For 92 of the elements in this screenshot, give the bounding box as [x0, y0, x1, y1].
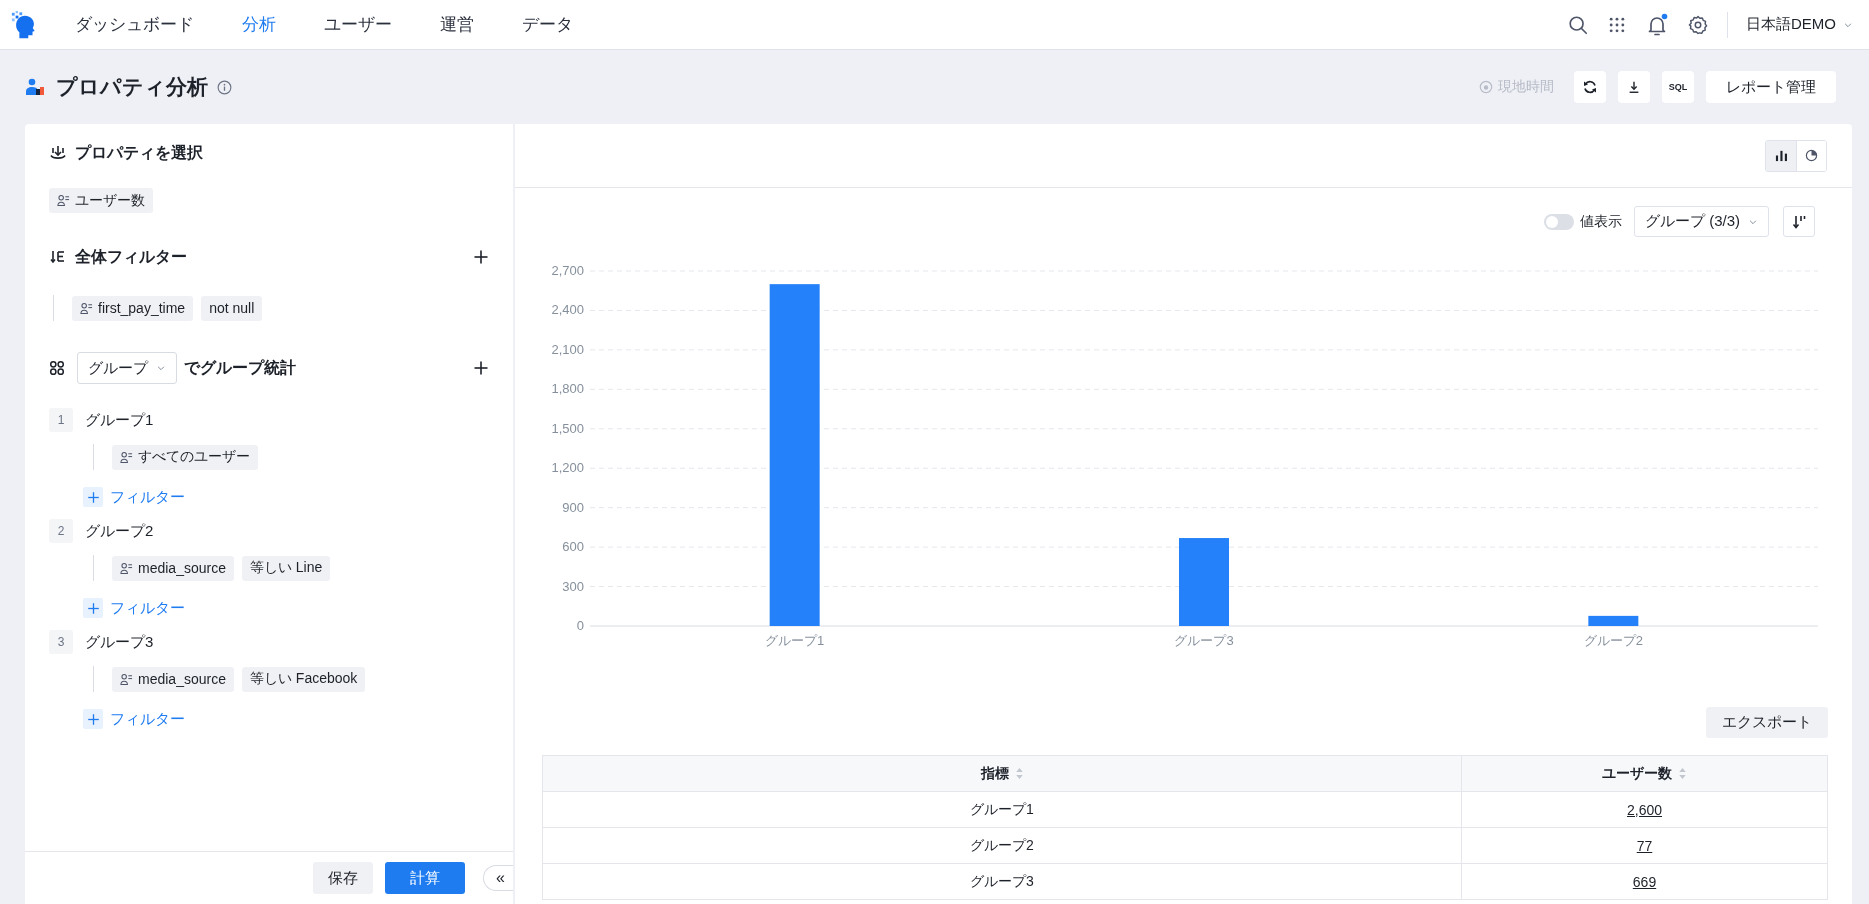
stacked-arrows-icon [49, 144, 67, 162]
axis-label: 2,700 [551, 263, 584, 278]
property-chip[interactable]: media_source [112, 666, 234, 692]
search-icon [1567, 13, 1589, 36]
refresh-button[interactable] [1574, 71, 1606, 103]
toggle-label: 値表示 [1580, 212, 1622, 231]
group-dropdown[interactable]: グループ [77, 352, 177, 384]
column-header[interactable]: ユーザー数 [1461, 755, 1828, 792]
save-button[interactable]: 保存 [313, 862, 373, 894]
plus-icon [86, 490, 100, 504]
sort-arrows-icon [1014, 767, 1024, 780]
plus-icon [473, 249, 489, 265]
download-icon [1627, 80, 1641, 94]
plus-icon [86, 712, 100, 726]
value-link[interactable]: 669 [1632, 873, 1657, 890]
axis-label: グループ1 [765, 633, 825, 648]
axis-label: グループ2 [1583, 633, 1643, 648]
value-link[interactable]: 77 [1636, 837, 1653, 854]
column-header[interactable]: 指標 [542, 755, 1462, 792]
toggle-switch[interactable] [1544, 213, 1574, 230]
nav-tab[interactable]: ダッシュボード [75, 13, 194, 36]
bar-chart-icon [1774, 149, 1788, 162]
axis-label: 1,800 [551, 381, 584, 397]
axis-label: 300 [562, 578, 584, 594]
collapse-button[interactable]: « [483, 865, 513, 891]
axis-label: 0 [576, 618, 584, 633]
circles-icon [49, 360, 65, 376]
group-index: 1 [49, 408, 73, 432]
nav-tab[interactable]: ユーザー [324, 13, 392, 36]
sql-button[interactable]: SQL [1662, 71, 1694, 103]
plus-icon [473, 360, 489, 376]
property-chip[interactable]: ユーザー数 [49, 188, 153, 213]
info-icon [217, 79, 232, 95]
plus-icon [86, 601, 100, 615]
table-cell: グループ3 [542, 863, 1462, 900]
property-chip[interactable]: first_pay_time [72, 295, 194, 321]
pie-chart-icon [1805, 149, 1818, 162]
user-property-icon [57, 194, 70, 207]
nav-tab[interactable]: データ [522, 13, 573, 36]
group-index: 2 [49, 519, 73, 543]
user-property-icon [120, 672, 133, 686]
add-filter-button[interactable]: フィルター [83, 486, 185, 508]
group-index: 3 [49, 630, 73, 654]
add-filter-button[interactable]: フィルター [83, 597, 185, 619]
section-title: 全体フィルター [75, 246, 187, 267]
section-title: プロパティを選択 [75, 142, 203, 163]
refresh-icon [1582, 79, 1598, 95]
add-filter-button[interactable]: フィルター [83, 708, 185, 730]
axis-label: 900 [562, 499, 584, 515]
axis-label: 1,500 [551, 420, 584, 436]
section-title: でグループ統計 [184, 357, 296, 378]
group-name: グループ2 [85, 521, 154, 541]
sort-arrows-icon [1678, 767, 1687, 780]
axis-label: 2,100 [551, 341, 584, 357]
axis-label: 600 [562, 539, 584, 555]
chart-type-button[interactable] [1766, 140, 1796, 171]
group-dropdown[interactable]: グループ (3/3) [1634, 206, 1769, 237]
user-chart-icon [25, 77, 45, 97]
user-property-icon [120, 561, 133, 575]
property-chip[interactable]: すべてのユーザー [112, 444, 258, 470]
sort-button[interactable] [1783, 206, 1815, 237]
user-property-icon [80, 301, 93, 315]
axis-label: 2,400 [551, 302, 584, 318]
chart-type-button[interactable] [1796, 140, 1826, 171]
condition-chip[interactable]: 等しい Line [241, 555, 331, 581]
sort-filter-icon [49, 248, 67, 266]
axis-label: グループ3 [1174, 633, 1234, 648]
table-cell: グループ1 [542, 791, 1462, 828]
property-chip[interactable]: media_source [112, 555, 234, 581]
condition-chip[interactable]: not null [201, 295, 263, 321]
group-name: グループ1 [85, 410, 154, 430]
download-button[interactable] [1618, 71, 1650, 103]
add-filter-button[interactable] [473, 249, 489, 265]
value-link[interactable]: 2,600 [1626, 801, 1662, 818]
account-menu[interactable]: 日本語DEMO [1746, 15, 1853, 34]
user-property-icon [120, 450, 133, 464]
condition-chip[interactable]: 等しい Facebook [241, 666, 366, 692]
bar [1588, 615, 1639, 626]
page-title: プロパティ分析 [56, 74, 208, 100]
group-name: グループ3 [85, 632, 154, 652]
nav-tab[interactable]: 分析 [242, 13, 276, 36]
table-cell: グループ2 [542, 827, 1462, 864]
report-button[interactable]: レポート管理 [1706, 71, 1836, 103]
export-button[interactable]: エクスポート [1706, 707, 1828, 738]
add-group-button[interactable] [473, 360, 489, 376]
axis-label: 1,200 [551, 460, 584, 476]
chevron-down-icon [156, 363, 166, 373]
clock-icon [1479, 80, 1493, 94]
gear-icon [1687, 13, 1709, 36]
sort-icon [1791, 213, 1807, 230]
calculate-button[interactable]: 計算 [385, 862, 465, 894]
nav-tab[interactable]: 運営 [440, 13, 474, 36]
